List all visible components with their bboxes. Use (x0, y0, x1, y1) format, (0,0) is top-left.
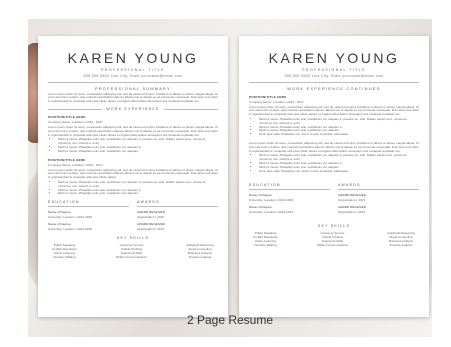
job-bullets: Morbi a metus. Phasellus enim erat, vest… (259, 117, 419, 137)
skills-column: Customer Service Critical Thinking Teamw… (317, 231, 348, 247)
job-company: Company Name, Location | 2015 - 2017 (249, 99, 304, 104)
experience-heading: WORK EXPERIENCE (106, 106, 160, 111)
job-company: Company Name, Location | 2015 - 2017 (48, 162, 103, 167)
skills-grid: Public Speaking Conflict Resolution Acti… (48, 243, 218, 259)
education-section: EDUCATION Name of Degree University, Loc… (48, 200, 129, 231)
skills-column: Public Speaking Conflict Resolution Acti… (52, 243, 77, 259)
education-awards-row: EDUCATION Name of Degree University, Loc… (48, 200, 218, 231)
award-name: AWARD RECEIVED (137, 209, 165, 214)
degree-name: Name of Degree (249, 192, 272, 197)
resume-page-2: KAREN YOUNG PROFESSIONAL TITLE 555.555.5… (239, 36, 429, 317)
list-item: Morbi a metus. Phasellus enim erat, vest… (58, 149, 218, 154)
divider (338, 189, 419, 190)
divider (48, 82, 218, 83)
job-entry: POSITION/TITLE HERE Company Name, Locati… (48, 115, 218, 154)
awards-heading: AWARDS (137, 200, 160, 205)
job-bullets: Morbi a metus. Phasellus enim erat, vest… (58, 180, 218, 196)
job-company: Company Name, Location | 2015 - 2017 (48, 119, 103, 124)
award-name: AWARD RECEIVED (338, 204, 366, 209)
list-item: Nunc quis nulla. Phasellus non, lorem in… (259, 132, 419, 137)
divider (48, 108, 103, 110)
divider (249, 189, 330, 190)
award-org: Organization | 2015 (338, 209, 365, 214)
university: University, Location | 2012-2015 (48, 226, 93, 231)
awards-section: AWARDS AWARD RECEIVED Organization | 201… (137, 200, 218, 231)
education-awards-row: EDUCATION Name of Degree University, Loc… (249, 183, 419, 214)
list-item: Nunc quis nulla. Phasellus non, lorem in… (259, 169, 419, 174)
skill: Process analysis (389, 242, 413, 247)
skills-heading: KEY SKILLS (317, 223, 351, 228)
job-description: Lorem ipsum dolor sit amet, consectetur … (249, 104, 419, 117)
skills-column: Analytical Reasoning Cloud Computing Bus… (186, 243, 214, 259)
skills-column: Customer Service Critical Thinking Teamw… (116, 243, 147, 259)
contact-line: 555.555.5555 Your City, State yourname@e… (284, 74, 384, 78)
education-heading: EDUCATION (48, 200, 80, 205)
divider (137, 206, 218, 207)
summary-heading: PROFESSIONAL SUMMARY (95, 86, 171, 91)
professional-title: PROFESSIONAL TITLE (302, 68, 366, 72)
award-name: AWARD RECEIVED (137, 221, 165, 226)
divider (48, 206, 129, 207)
resume-page-1: KAREN YOUNG PROFESSIONAL TITLE 555.555.5… (38, 36, 228, 317)
awards-heading: AWARDS (338, 183, 361, 188)
awards-section: AWARDS AWARD RECEIVED Organization | 201… (338, 183, 419, 214)
resume-name: KAREN YOUNG (268, 50, 400, 66)
education-section: EDUCATION Name of Degree University, Loc… (249, 183, 330, 214)
resume-name: KAREN YOUNG (67, 50, 199, 66)
job-entry: Lorem ipsum dolor sit amet, consectetur … (249, 140, 419, 173)
summary-text: Lorem ipsum dolor sit amet, consectetur … (48, 91, 218, 104)
experience-heading: WORK EXPERIENCE CONTINUED (287, 86, 381, 91)
skills-grid: Public Speaking Conflict Resolution Acti… (249, 231, 419, 247)
job-title: POSITION/TITLE HERE (48, 157, 86, 162)
job-entry: POSITION/TITLE HERE Company Name, Locati… (48, 158, 218, 197)
degree-name: Name of Degree (48, 209, 71, 214)
skill: Decision Making (254, 242, 277, 247)
award-org: Organization | 2015 (137, 226, 164, 231)
award-org: Organization | 2015 (338, 197, 365, 202)
job-description: Lorem ipsum dolor sit amet, consectetur … (48, 167, 218, 180)
award-name: AWARD RECEIVED (338, 192, 366, 197)
degree-name: Name of Degree (48, 221, 71, 226)
education-heading: EDUCATION (249, 183, 281, 188)
job-title: POSITION/TITLE HERE (48, 114, 86, 119)
skills-heading: KEY SKILLS (116, 235, 150, 240)
university: University, Location | 2012-2015 (249, 209, 294, 214)
skill: Written Communication (316, 242, 349, 247)
skills-column: Public Speaking Conflict Resolution Acti… (253, 231, 278, 247)
divider (163, 108, 219, 110)
job-description: Lorem ipsum dolor sit amet, consectetur … (249, 140, 419, 153)
contact-line: 555.555.5555 Your City, State yourname@e… (83, 74, 183, 78)
skill: Decision Making (53, 254, 76, 259)
product-mockup: KAREN YOUNG PROFESSIONAL TITLE 555.555.5… (28, 19, 432, 337)
skills-column: Analytical Reasoning Cloud Computing Bus… (387, 231, 415, 247)
experience-heading-row: WORK EXPERIENCE (48, 106, 219, 111)
job-title: POSITION/TITLE HERE (249, 94, 287, 99)
job-description: Lorem ipsum dolor sit amet, consectetur … (48, 124, 218, 137)
professional-title: PROFESSIONAL TITLE (101, 68, 165, 72)
job-entry: POSITION/TITLE HERE Company Name, Locati… (249, 95, 419, 137)
divider (249, 82, 419, 83)
list-item: Morbi a metus. Phasellus enim erat, vest… (58, 192, 218, 196)
university: University, Location | 2012-2015 (48, 214, 93, 219)
job-bullets: Morbi a metus. Phasellus enim erat, vest… (58, 138, 218, 153)
skill: Process analysis (188, 254, 212, 259)
award-org: Organization | 2015 (137, 214, 164, 219)
job-bullets: Morbi a metus. Phasellus enim erat, vest… (259, 154, 419, 173)
skill: Written Communication (115, 254, 148, 259)
degree-name: Name of Degree (249, 204, 272, 209)
university: University, Location | 2012-2015 (249, 197, 294, 202)
caption: 2 Page Resume (186, 313, 274, 327)
